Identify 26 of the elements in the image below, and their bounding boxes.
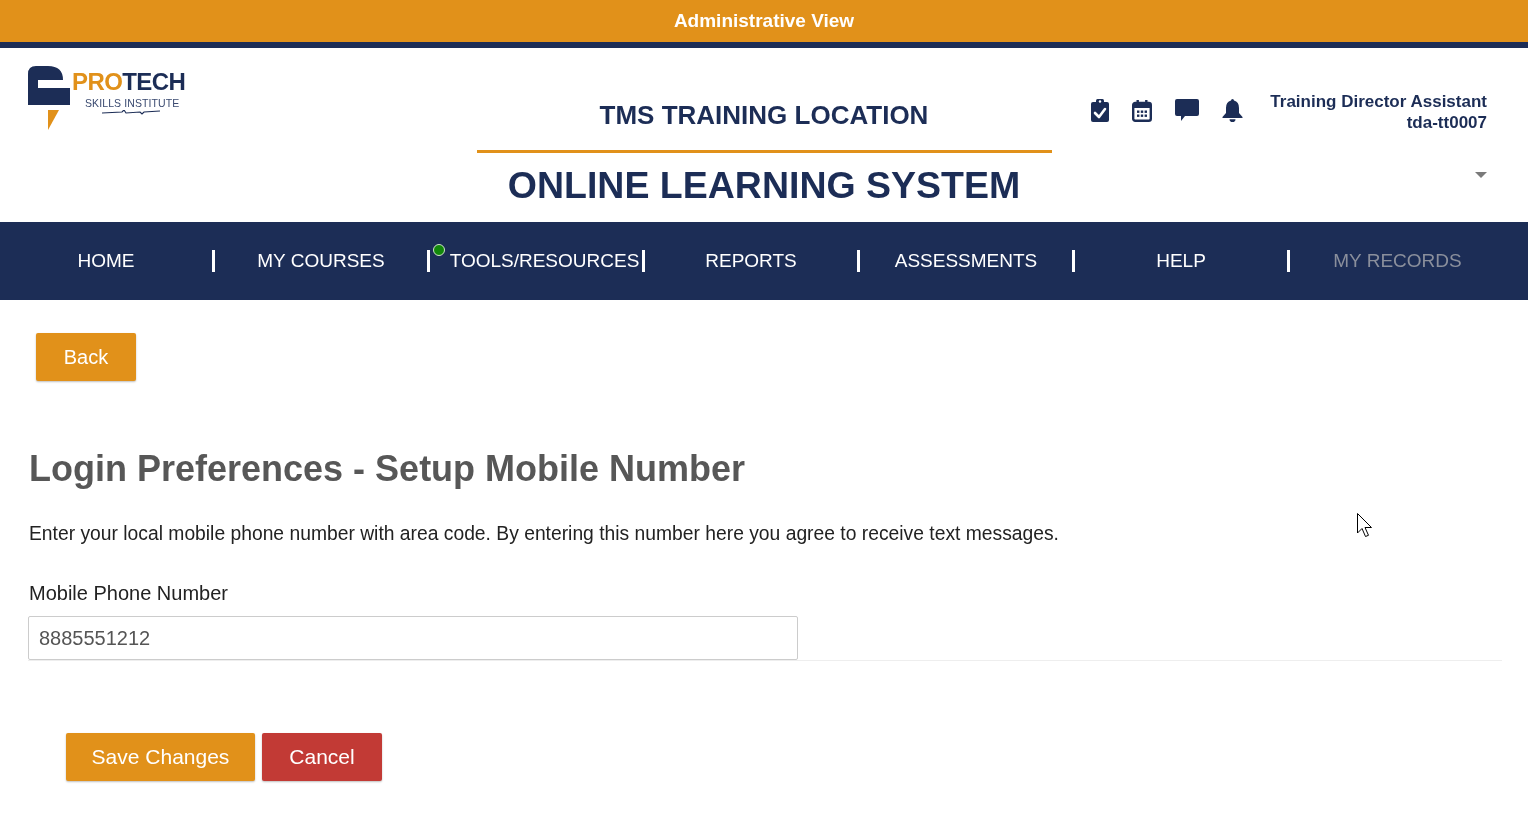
logo-wordmark: PROTECH [72,70,186,94]
clipboard-check-icon[interactable] [1091,99,1110,122]
logo-mark-icon [28,66,70,131]
user-role: Training Director Assistant [1270,91,1487,112]
field-label: Mobile Phone Number [29,581,228,605]
logo-tagline: SKILLS INSTITUTE [85,97,180,109]
banner-title: Administrative View [673,10,855,32]
phone-number-field[interactable]: 8885551212 [28,616,798,660]
nav-link[interactable]: TOOLS/RESOURCES [449,250,640,272]
chat-bubble-icon[interactable] [1175,99,1200,122]
nav-link[interactable]: REPORTS [705,250,797,272]
location-title: TMS TRAINING LOCATION [598,100,930,131]
nav-link[interactable]: HELP [1156,250,1206,272]
user-name: tda-tt0007 [1406,112,1487,133]
cancel-button[interactable]: Cancel [262,733,382,781]
swoosh-icon [102,110,160,115]
nav-link[interactable]: HOME [77,250,135,272]
nav-link[interactable]: ASSESSMENTS [894,250,1038,272]
page-title: Login Preferences - Setup Mobile Number [29,448,746,490]
system-title: ONLINE LEARNING SYSTEM [506,163,1022,208]
nav-link[interactable]: MY COURSES [257,250,385,272]
mouse-pointer-icon [1357,513,1373,538]
caret-down-icon[interactable] [1475,172,1487,178]
calendar-icon[interactable] [1132,99,1153,122]
notifications-bell-icon[interactable] [1222,99,1244,122]
intro-text: Enter your local mobile phone number with area code. By entering this number here you agree to receive text messages. [29,522,1059,546]
